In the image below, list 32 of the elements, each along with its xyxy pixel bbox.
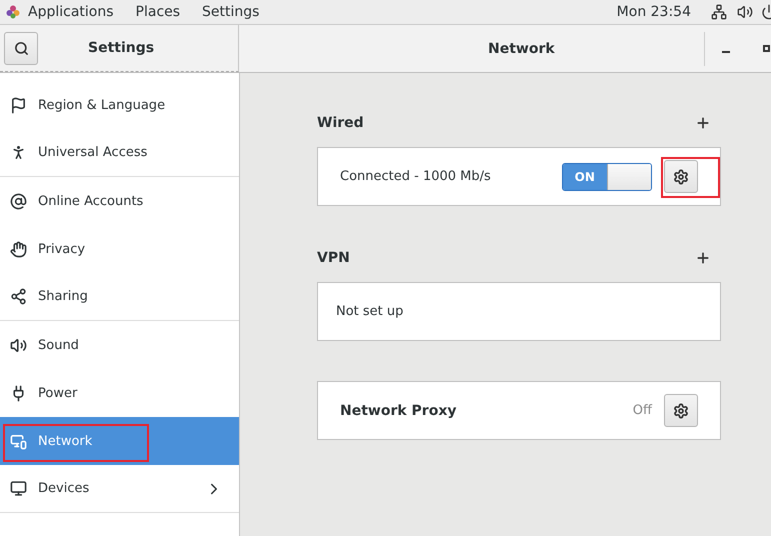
network-icon bbox=[10, 432, 27, 450]
proxy-label: Network Proxy bbox=[340, 402, 456, 418]
connection-status: Connected - 1000 Mb/s bbox=[340, 169, 491, 184]
settings-button[interactable] bbox=[664, 160, 698, 193]
menu-item[interactable]: Applications bbox=[28, 4, 114, 20]
settings-button[interactable] bbox=[664, 394, 698, 427]
hand-icon bbox=[10, 240, 27, 258]
empty-message: Not set up bbox=[336, 304, 404, 319]
speaker-icon bbox=[10, 336, 27, 354]
network-icon[interactable] bbox=[711, 4, 727, 20]
at-sign-icon bbox=[10, 192, 27, 210]
menu-item[interactable]: Places bbox=[136, 4, 180, 20]
sidebar-title: Settings bbox=[88, 40, 154, 56]
volume-icon[interactable] bbox=[737, 4, 753, 20]
gear-icon bbox=[673, 402, 689, 418]
menu-item[interactable]: Settings bbox=[202, 4, 260, 20]
section-heading: Wired bbox=[317, 115, 364, 131]
add-icon[interactable] bbox=[695, 250, 711, 266]
monitor-icon bbox=[10, 480, 27, 497]
search-button[interactable] bbox=[4, 32, 38, 64]
add-icon[interactable] bbox=[695, 115, 711, 131]
maximize-icon bbox=[762, 45, 770, 52]
clock[interactable]: Mon 23:54 bbox=[616, 4, 691, 20]
proxy-status: Off bbox=[632, 403, 652, 418]
flower-icon bbox=[6, 5, 20, 19]
flag-icon bbox=[10, 96, 27, 114]
search-icon bbox=[14, 40, 28, 56]
window-title: Network bbox=[488, 40, 555, 56]
section-heading: VPN bbox=[317, 250, 350, 266]
share-icon bbox=[10, 288, 27, 305]
minimize-icon bbox=[722, 50, 730, 52]
gear-icon bbox=[673, 168, 689, 184]
